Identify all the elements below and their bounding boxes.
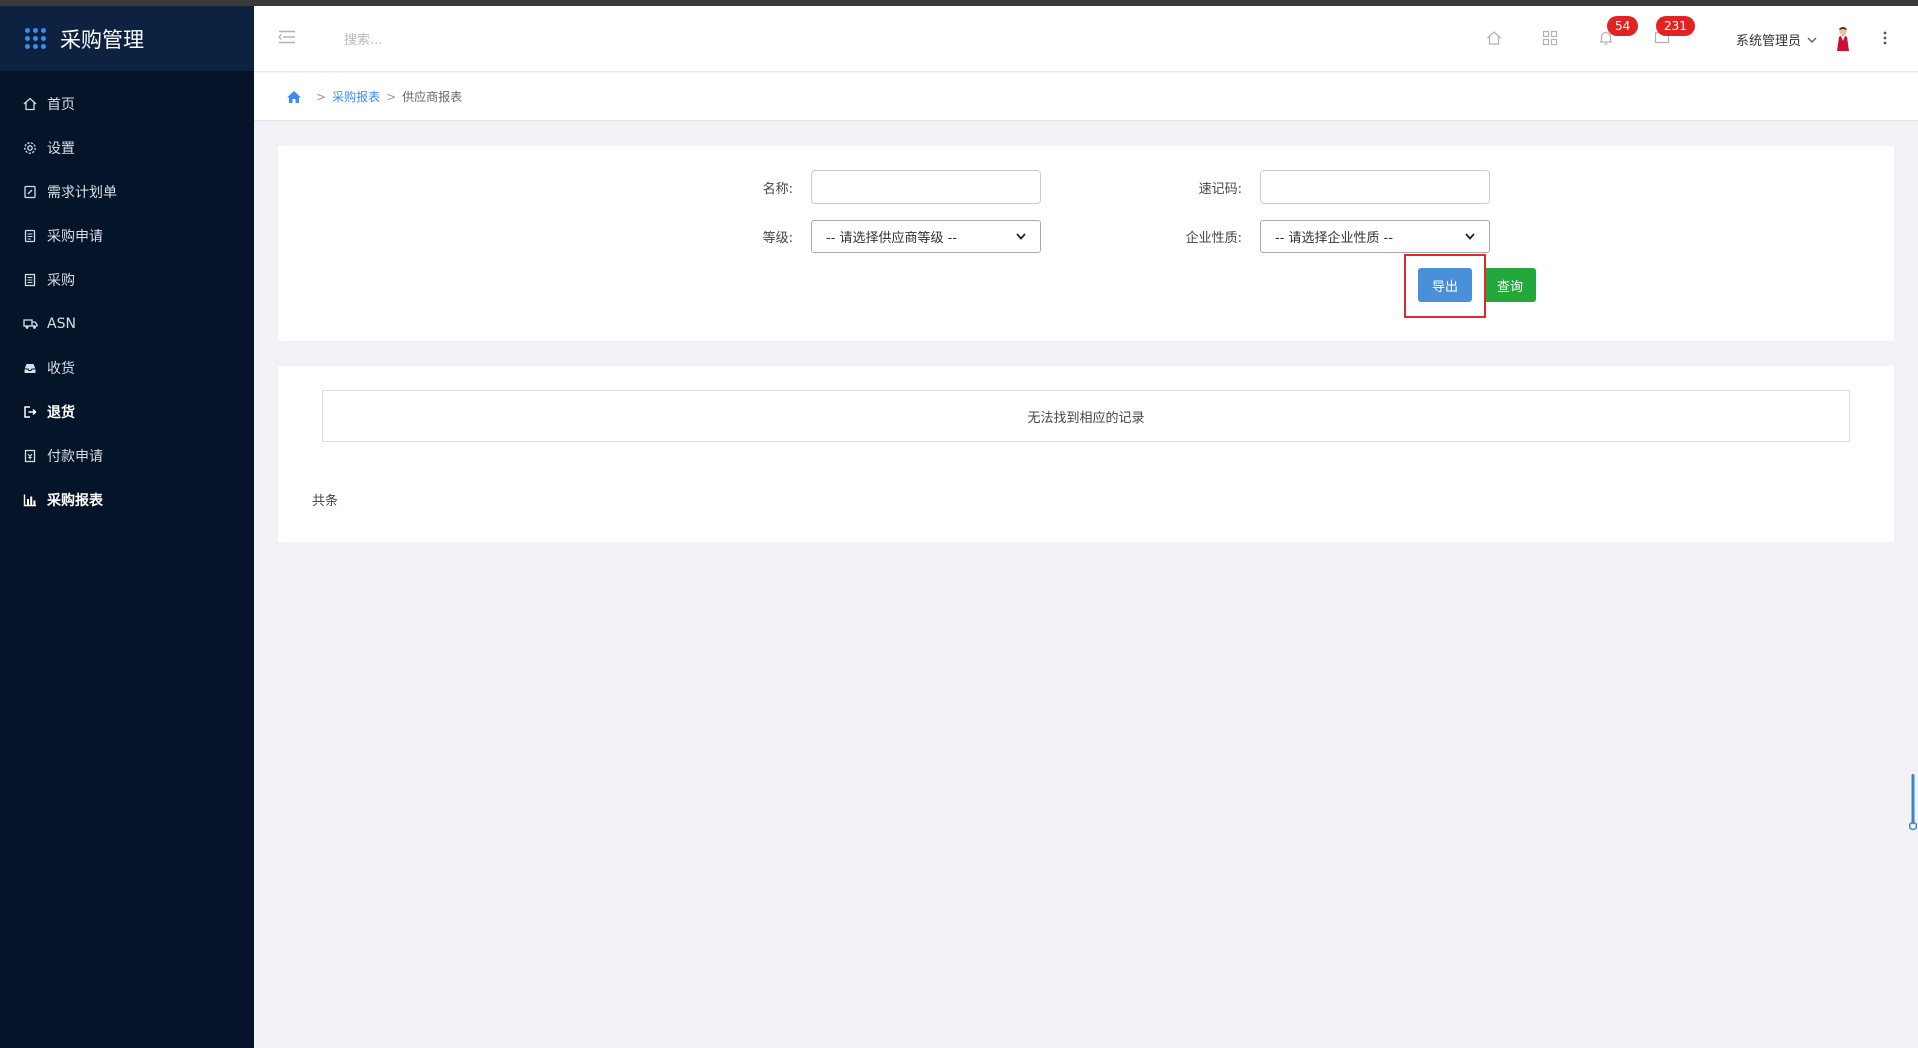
code-input[interactable] <box>1260 170 1490 204</box>
apps-icon[interactable] <box>1542 30 1558 50</box>
search-input[interactable] <box>344 28 584 52</box>
breadcrumb-link-purchase-report[interactable]: 采购报表 <box>332 88 380 105</box>
name-input[interactable] <box>811 170 1041 204</box>
grade-select-value: -- 请选择供应商等级 -- <box>826 231 958 246</box>
user-name: 系统管理员 <box>1736 34 1802 49</box>
payment-doc-icon <box>22 448 38 464</box>
chevron-down-icon <box>1807 37 1817 43</box>
sidebar-item-asn[interactable]: ASN <box>0 302 254 346</box>
results-panel: 无法找到相应的记录 共条 <box>278 366 1894 542</box>
total-count: 共条 <box>312 494 339 509</box>
query-button[interactable]: 查询 <box>1484 268 1536 302</box>
home-icon[interactable] <box>1486 30 1502 50</box>
home-icon[interactable] <box>286 90 302 104</box>
code-label: 速记码: <box>1198 182 1242 197</box>
breadcrumb-current: 供应商报表 <box>402 90 463 104</box>
chevron-down-icon <box>1465 233 1475 240</box>
grade-select[interactable]: -- 请选择供应商等级 -- <box>811 220 1041 253</box>
sidebar-item-label: 采购申请 <box>47 229 103 245</box>
nature-label: 企业性质: <box>1185 231 1242 246</box>
sidebar-item-home[interactable]: 首页 <box>0 82 254 126</box>
filter-panel: 名称: 速记码: 等级: -- 请选择供应商等级 -- 企业性质: -- 请选择… <box>278 146 1894 341</box>
breadcrumb-separator: > <box>386 89 397 104</box>
sidebar-nav: 首页 设置 需求计划单 采购申请 采购 ASN 收货 退货 付款申请 采购报表 <box>0 82 254 522</box>
home-icon <box>22 96 38 112</box>
breadcrumb: > 采购报表 > 供应商报表 <box>254 73 1918 121</box>
sidebar-item-settings[interactable]: 设置 <box>0 126 254 170</box>
apps-grid-icon <box>25 28 46 49</box>
nature-select[interactable]: -- 请选择企业性质 -- <box>1260 220 1490 253</box>
sidebar-item-label: 收货 <box>47 361 75 377</box>
sidebar-item-label: 需求计划单 <box>47 185 117 201</box>
sidebar-item-payment-request[interactable]: 付款申请 <box>0 434 254 478</box>
truck-icon <box>22 316 38 332</box>
highlight-box <box>1404 254 1486 318</box>
app-title: 采购管理 <box>60 27 144 52</box>
empty-message: 无法找到相应的记录 <box>1027 410 1145 426</box>
avatar[interactable] <box>1834 26 1852 56</box>
sidebar-item-label: 设置 <box>47 141 75 157</box>
gear-icon <box>22 140 38 156</box>
notification-count-badge: 54 <box>1607 16 1639 36</box>
nature-select-value: -- 请选择企业性质 -- <box>1275 231 1394 246</box>
edit-doc-icon <box>22 184 38 200</box>
sidebar-item-receiving[interactable]: 收货 <box>0 346 254 390</box>
document-icon <box>22 228 38 244</box>
list-doc-icon <box>22 272 38 288</box>
bar-chart-icon <box>22 492 38 508</box>
breadcrumb-separator: > <box>316 89 327 104</box>
more-vertical-icon[interactable] <box>1883 30 1887 50</box>
sign-out-icon <box>22 404 38 420</box>
sidebar-item-label: 付款申请 <box>47 449 103 465</box>
sidebar-item-label: 采购报表 <box>47 493 103 509</box>
name-label: 名称: <box>762 182 793 197</box>
sidebar-item-purchase[interactable]: 采购 <box>0 258 254 302</box>
user-menu[interactable]: 系统管理员 <box>1736 30 1817 49</box>
empty-table: 无法找到相应的记录 <box>322 390 1850 442</box>
inbox-icon <box>22 360 38 376</box>
sidebar-item-label: 采购 <box>47 273 75 289</box>
topbar: 54 231 系统管理员 <box>254 6 1918 72</box>
sidebar-item-purchase-report[interactable]: 采购报表 <box>0 478 254 522</box>
sidebar-item-label: 退货 <box>47 405 75 421</box>
menu-toggle-icon[interactable] <box>278 30 296 48</box>
sidebar-item-label: 首页 <box>47 97 75 113</box>
chevron-down-icon <box>1016 233 1026 240</box>
sidebar-item-label: ASN <box>47 316 76 332</box>
sidebar: 采购管理 首页 设置 需求计划单 采购申请 采购 ASN 收货 退货 付款申请 … <box>0 6 254 1048</box>
message-count-badge: 231 <box>1656 16 1695 36</box>
sidebar-item-purchase-request[interactable]: 采购申请 <box>0 214 254 258</box>
grade-label: 等级: <box>762 231 793 246</box>
brand[interactable]: 采购管理 <box>0 6 254 71</box>
sidebar-item-returns[interactable]: 退货 <box>0 390 254 434</box>
sidebar-item-demand-plan[interactable]: 需求计划单 <box>0 170 254 214</box>
scroll-handle-icon[interactable] <box>1908 774 1918 836</box>
